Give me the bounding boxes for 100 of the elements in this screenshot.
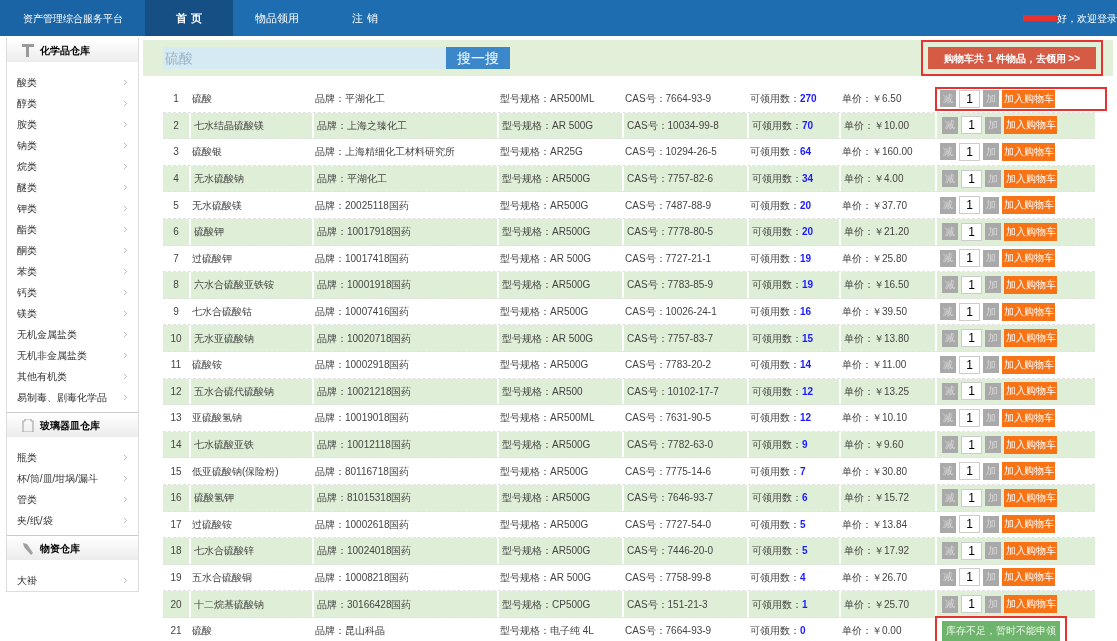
price-text: 单价：￥160.00 [841,145,914,160]
add-to-cart-button[interactable]: 加入购物车 [1004,222,1057,241]
add-to-cart-button[interactable]: 加入购物车 [1002,143,1055,161]
model-text: 型号规格：AR500G [497,538,622,564]
add-to-cart-button[interactable]: 加入购物车 [1004,382,1057,401]
category-item[interactable]: 胺类 [7,114,138,135]
quantity-field[interactable]: 1 [959,196,980,215]
quantity-field[interactable]: 1 [961,382,982,401]
category-item[interactable]: 其他有机类 [7,366,138,387]
chevron-icon [121,183,130,192]
quantity-label: 可领用数： [752,118,802,133]
quantity-field[interactable]: 1 [961,435,982,454]
category-item[interactable]: 无机金属盐类 [7,324,138,345]
quantity-field[interactable]: 1 [959,89,980,108]
add-to-cart-button[interactable]: 加入购物车 [1004,116,1057,135]
brand-text: 品牌：10017418国药 [314,251,411,266]
quantity-field[interactable]: 1 [961,275,982,294]
category-item[interactable]: 无机非金属盐类 [7,345,138,366]
category-item[interactable]: 大褂 [7,570,138,591]
quantity-field[interactable]: 1 [961,329,982,348]
add-to-cart-button[interactable]: 加入购物车 [1004,541,1057,560]
category-item[interactable]: 夹/纸/袋 [7,510,138,531]
search-button[interactable]: 搜一搜 [446,47,510,69]
category-item[interactable]: 钙类 [7,282,138,303]
search-field[interactable]: 硫酸 [163,47,446,69]
cas-text: CAS号：7783-20-2 [624,358,713,373]
category-item[interactable]: 醚类 [7,177,138,198]
product-name: 十二烷基硫酸钠 [189,591,312,617]
cart-button[interactable]: 购物车共 1 件物品，去领用 >> [928,47,1096,69]
nav-tab[interactable]: 首 页 [145,0,233,36]
quantity-field[interactable]: 1 [959,462,980,481]
row-number: 8 [172,278,180,293]
add-to-cart-button[interactable]: 加入购物车 [1002,568,1055,587]
model-text: 型号规格：AR 500G [497,325,622,351]
category-item[interactable]: 钠类 [7,135,138,156]
quantity-label: 可领用数： [752,544,802,559]
category-item[interactable]: 瓶类 [7,447,138,468]
chevron-icon [121,141,130,150]
quantity-field[interactable]: 1 [961,488,982,507]
quantity-field[interactable]: 1 [959,568,980,587]
add-to-cart-button[interactable]: 加入购物车 [1002,408,1055,427]
available-count: 70 [802,118,814,133]
category-item[interactable]: 杯/筒/皿/坩埚/漏斗 [7,468,138,489]
add-to-cart-button[interactable]: 加入购物车 [1004,595,1057,614]
category-item[interactable]: 钾类 [7,198,138,219]
add-to-cart-button[interactable]: 加入购物车 [1002,462,1055,481]
quantity-field[interactable]: 1 [959,302,980,321]
add-to-cart-button[interactable]: 加入购物车 [1002,515,1055,534]
add-to-cart-button[interactable]: 加入购物车 [1004,169,1057,188]
category-item[interactable]: 烷类 [7,156,138,177]
brand-text: 品牌：10008218国药 [314,571,411,585]
quantity-field[interactable]: 1 [959,249,980,268]
quantity-field[interactable]: 1 [961,169,982,188]
row-number: 15 [169,464,183,479]
jar-icon [22,418,34,432]
category-item[interactable]: 酯类 [7,219,138,240]
cas-text: CAS号：151-21-3 [622,591,747,617]
category-item[interactable]: 醇类 [7,93,138,114]
chevron-icon [121,351,130,360]
category-item[interactable]: 管类 [7,489,138,510]
available-count: 19 [802,278,814,293]
section-title: 物资仓库 [40,541,80,556]
quantity-field[interactable]: 1 [959,143,980,161]
category-item[interactable]: 酸类 [7,72,138,93]
add-to-cart-button[interactable]: 加入购物车 [1002,89,1055,108]
quantity-field[interactable]: 1 [959,408,980,427]
add-to-cart-button[interactable]: 加入购物车 [1002,355,1055,374]
model-text: 型号规格：AR500G [499,198,590,213]
product-name: 过硫酸铵 [191,517,233,532]
wrench-icon [22,541,34,555]
quantity-label: 可领用数： [752,597,802,612]
quantity-field[interactable]: 1 [961,222,982,241]
add-to-cart-button[interactable]: 加入购物车 [1004,275,1057,294]
add-to-cart-button[interactable]: 加入购物车 [1004,329,1057,348]
category-item[interactable]: 苯类 [7,261,138,282]
add-to-cart-button[interactable]: 加入购物车 [1004,488,1057,507]
nav-tab[interactable]: 注 销 [321,0,409,36]
quantity-field[interactable]: 1 [959,515,980,534]
quantity-field[interactable]: 1 [959,355,980,374]
out-of-stock-button[interactable]: 库存不足，暂时不能申领 [942,620,1060,641]
quantity-field[interactable]: 1 [961,595,982,614]
add-to-cart-button[interactable]: 加入购物车 [1002,249,1055,268]
chevron-icon [121,576,130,585]
available-count: 1 [802,597,808,612]
cas-text: CAS号：7631-90-5 [624,411,713,426]
price-text: 单价：￥37.70 [841,198,909,213]
cas-text: CAS号：7664-93-9 [624,92,713,107]
add-to-cart-button[interactable]: 加入购物车 [1004,435,1057,454]
available-count: 12 [802,384,814,399]
quantity-field[interactable]: 1 [961,541,982,560]
nav-tab[interactable]: 物品领用 [233,0,321,36]
category-item[interactable]: 易制毒、剧毒化学品 [7,387,138,408]
price-text: 单价：￥11.00 [841,358,908,373]
category-item[interactable]: 酮类 [7,240,138,261]
quantity-field[interactable]: 1 [961,116,982,135]
section-title: 玻璃器皿仓库 [40,418,100,433]
product-name: 七水合硫酸锌 [189,538,312,564]
category-item[interactable]: 镁类 [7,303,138,324]
add-to-cart-button[interactable]: 加入购物车 [1002,196,1055,215]
add-to-cart-button[interactable]: 加入购物车 [1002,302,1055,321]
